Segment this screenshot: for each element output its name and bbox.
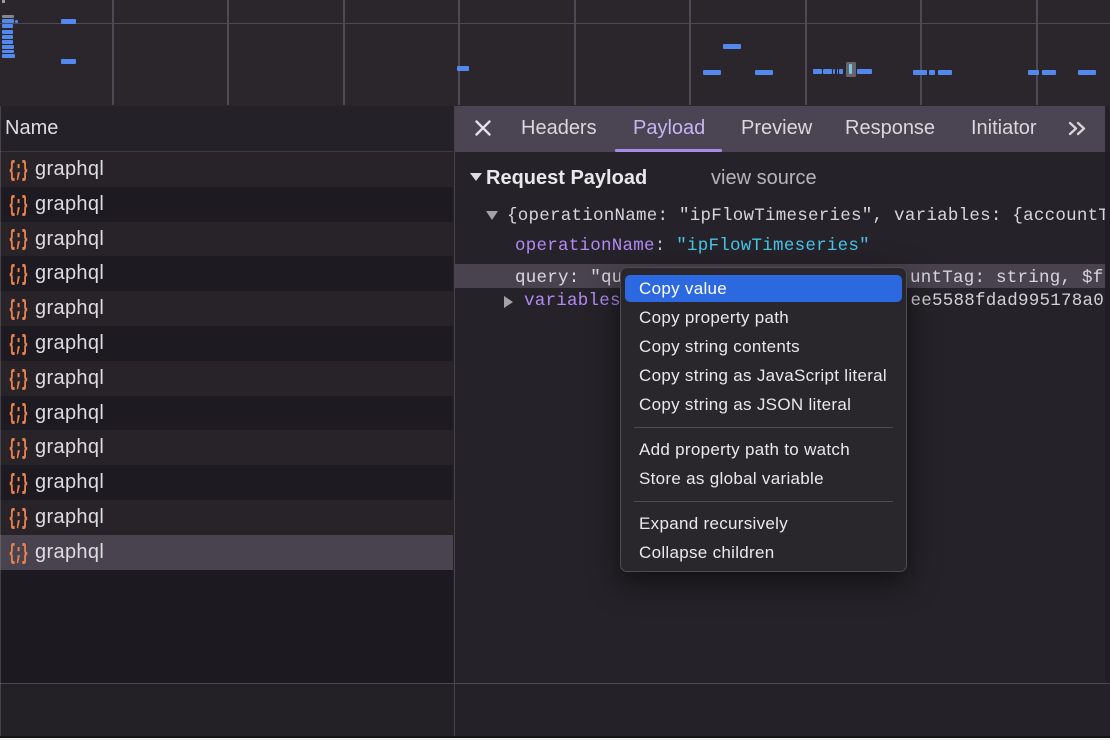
- svg-text:{;}: {;}: [9, 299, 28, 320]
- svg-text:{;}: {;}: [9, 543, 28, 564]
- svg-text:{;}: {;}: [9, 403, 28, 424]
- svg-text:{;}: {;}: [9, 160, 28, 181]
- svg-text:{;}: {;}: [9, 195, 28, 216]
- svg-text:{;}: {;}: [9, 508, 28, 529]
- svg-text:{;}: {;}: [9, 369, 28, 390]
- svg-text:{;}: {;}: [9, 438, 28, 459]
- svg-text:{;}: {;}: [9, 264, 28, 285]
- svg-text:{;}: {;}: [9, 473, 28, 494]
- svg-text:{;}: {;}: [9, 334, 28, 355]
- svg-text:{;}: {;}: [9, 229, 28, 250]
